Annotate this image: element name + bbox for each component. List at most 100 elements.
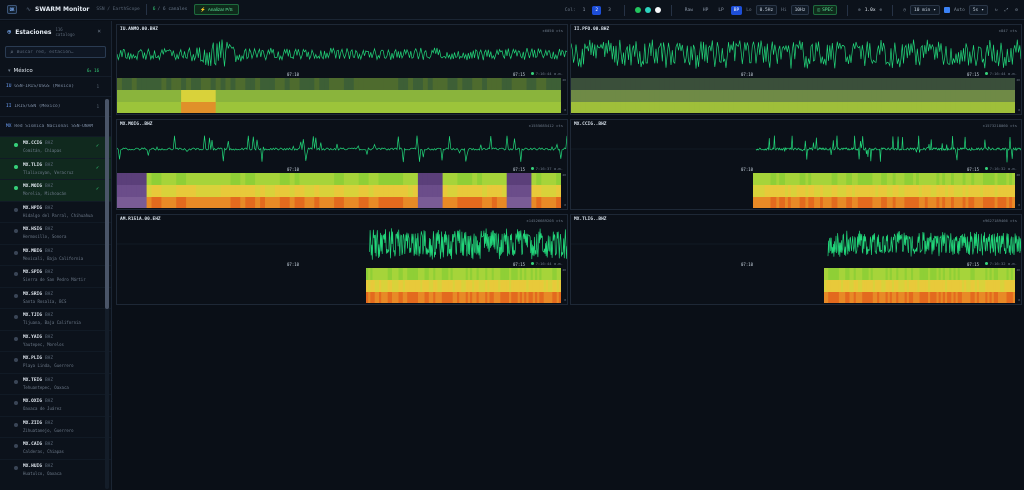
last-update: 7:16:37 a.m.: [530, 166, 563, 171]
station-location: Oaxaca de Juárez: [23, 406, 62, 411]
station-item-mx-huig[interactable]: MX.HUIG BHZ Huatulco, Oaxaca: [0, 458, 111, 481]
lo-freq-input[interactable]: 0.5Hz: [755, 5, 778, 15]
auto-label: Auto: [953, 7, 965, 13]
catalog-count: 116 catalogo: [55, 27, 75, 37]
spectrogram: [117, 78, 561, 113]
theme-white-dot[interactable]: [654, 7, 661, 13]
filter-bp-button[interactable]: BP: [730, 5, 743, 15]
sidebar-scrollbar-thumb[interactable]: [105, 99, 109, 309]
freq-top-label: 20: [1016, 173, 1020, 177]
region-count: 6▸ 16: [86, 68, 99, 73]
live-dot: [530, 72, 534, 75]
last-update: 7:16:32 a.m.: [984, 261, 1017, 266]
time-window-select[interactable]: 10 min ▾: [909, 5, 940, 15]
network-code: IU: [6, 84, 12, 89]
gain-value[interactable]: 1.0x: [865, 8, 876, 13]
filter-lp-button[interactable]: LP: [715, 6, 726, 15]
freq-bottom-label: 0: [564, 298, 566, 302]
last-update: 7:16:44 a.m.: [984, 71, 1017, 76]
col-2-button[interactable]: 2: [592, 5, 602, 15]
gain-up-icon[interactable]: ⊕: [880, 8, 883, 13]
freq-top-label: 20: [1016, 268, 1020, 272]
network-mx[interactable]: MX Red Sísmica Nacional SSN-UNAM: [0, 116, 111, 136]
waveform-panel[interactable]: II.PFO.00.BHZ ±847 cts 07:10 07:15 7:16:44 a…: [570, 24, 1022, 115]
last-update: 7:16:44 a.m.: [530, 261, 563, 266]
station-item-mx-hpig[interactable]: MX.HPIG BHZ Hidalgo del Parral, Chihuahua: [0, 200, 111, 223]
hi-freq-input[interactable]: 10Hz: [790, 5, 810, 15]
station-item-mx-caig[interactable]: MX.CAIG BHZ Calderas, Chiapas: [0, 437, 111, 459]
settings-icon[interactable]: ⚙: [1015, 8, 1018, 13]
network-ii[interactable]: II IRIS/GSN (Mexico) 1: [0, 96, 111, 116]
waveform-panel[interactable]: MX.CCIG..BHZ ±1573218060 cts 07:10 07:15 7:1…: [570, 119, 1022, 210]
spectrogram: [117, 268, 561, 303]
station-location: Zihuatanejo, Guerrero: [23, 427, 74, 433]
status-dot: [14, 272, 18, 276]
filter-raw-button[interactable]: Raw: [682, 6, 696, 15]
spectrogram: [117, 173, 561, 208]
spectrogram: [571, 173, 1015, 208]
station-item-mx-plig[interactable]: MX.PLIG BHZ Playa Linda, Guerrero: [0, 351, 111, 373]
waveform-panel[interactable]: AM.R151A.00.EHZ ±14526689205 cts 07:10 07:1…: [116, 214, 568, 305]
station-item-mx-ccig[interactable]: MX.CCIG BHZ Comitán, Chiapas ✓: [0, 136, 111, 158]
zoom-icon: ⊕: [857, 7, 861, 13]
waveform-trace: [571, 39, 1021, 69]
time-tick: 07:10: [287, 262, 300, 267]
waveform-trace: [117, 135, 567, 163]
auto-interval-select[interactable]: 5s ▾: [968, 5, 988, 15]
expand-icon[interactable]: ⤢: [1005, 7, 1009, 13]
station-item-mx-spig[interactable]: MX.SPIG BHZ Sierra de San Pedro Mártir: [0, 265, 111, 287]
network-iu[interactable]: IU GSN-IRIS/USGS (Mexico) 1: [0, 76, 111, 96]
station-item-mx-tjig[interactable]: MX.TJIG BHZ Tijuana, Baja California: [0, 308, 111, 330]
auto-refresh-checkbox[interactable]: [943, 7, 950, 13]
station-item-mx-yaig[interactable]: MX.YAIG BHZ Yautepec, Morelos: [0, 329, 111, 352]
stations-sidebar: ⊕ Estaciones 116 catalogo × ⌕ ▾ México 6…: [0, 21, 112, 490]
station-code: MX.HSIG BHZ: [23, 227, 54, 232]
region-mexico[interactable]: ▾ México 6▸ 16: [0, 65, 111, 76]
theme-teal-dot[interactable]: [644, 7, 651, 13]
freq-bottom-label: 0: [1018, 203, 1020, 207]
station-item-mx-tlig[interactable]: MX.TLIG BHZ Tlalixcoyan, Veracruz ✓: [0, 157, 111, 179]
col-1-button[interactable]: 1: [580, 6, 589, 15]
station-location: Hermosillo, Sonora: [23, 234, 67, 239]
theme-green-dot[interactable]: [634, 7, 641, 13]
station-item-mx-mbig[interactable]: MX.MBIG BHZ Mexicali, Baja California: [0, 243, 111, 266]
search-input[interactable]: [16, 49, 97, 55]
status-dot: [14, 164, 18, 169]
status-dot: [14, 379, 18, 384]
live-dot: [984, 262, 988, 265]
live-dot: [530, 262, 534, 265]
station-code: MX.SRIG BHZ: [23, 291, 54, 297]
freq-bottom-label: 0: [1018, 108, 1020, 112]
station-item-mx-ziig[interactable]: MX.ZIIG BHZ Zihuatanejo, Guerrero: [0, 415, 111, 438]
refresh-icon[interactable]: ↻: [995, 8, 998, 13]
top-bar: OK ∿ SWARM Monitor SSN / EarthScope 6 / …: [0, 0, 1024, 20]
station-item-mx-oxig[interactable]: MX.OXIG BHZ Oaxaca de Juárez: [0, 394, 111, 416]
analyze-ps-button[interactable]: ⚡ Analizar P/S: [194, 4, 239, 15]
station-item-mx-teig[interactable]: MX.TEIG BHZ Tehuantepec, Oaxaca: [0, 372, 111, 395]
station-item-mx-hsig[interactable]: MX.HSIG BHZ Hermosillo, Sonora: [0, 222, 111, 244]
channel-id: IU.ANMO.00.BHZ: [120, 27, 158, 32]
freq-bottom-label: 0: [564, 108, 566, 112]
freq-bottom-label: 0: [564, 203, 566, 207]
close-icon[interactable]: ×: [97, 28, 101, 35]
channel-count-total: / 6 canales: [157, 7, 188, 12]
status-dot: [14, 444, 18, 448]
clock-icon: ◷: [903, 7, 906, 13]
station-item-mx-moig[interactable]: MX.MOIG BHZ Morelia, Michoacán ✓: [0, 179, 111, 201]
station-location: Santa Rosalía, BCS: [23, 298, 67, 304]
col-3-button[interactable]: 3: [605, 6, 614, 15]
station-code: MX.HUIG BHZ: [23, 463, 54, 469]
live-dot: [984, 167, 988, 170]
station-item-mx-srig[interactable]: MX.SRIG BHZ Santa Rosalía, BCS: [0, 286, 111, 309]
filter-hp-button[interactable]: HP: [700, 6, 711, 15]
waveform-panel[interactable]: IU.ANMO.00.BHZ ±6050 cts 07:10 07:15 7:16:44…: [116, 24, 568, 115]
spectrogram-toggle[interactable]: ◫ SPEC: [813, 5, 837, 15]
waveform-panel[interactable]: MX.MOIG..BHZ ±1555685412 cts 07:10 07:15 7:1…: [116, 119, 568, 210]
station-location: Mexicali, Baja California: [23, 255, 84, 261]
station-location: Morelia, Michoacán: [23, 191, 67, 196]
divider: [670, 4, 672, 16]
live-dot: [530, 167, 534, 170]
network-name: Red Sísmica Nacional SSN-UNAM: [14, 124, 93, 129]
waveform-panel[interactable]: MX.TLIG..BHZ ±9627189466 cts 07:10 07:15 7:1…: [570, 214, 1022, 305]
status-dot: [14, 143, 18, 147]
